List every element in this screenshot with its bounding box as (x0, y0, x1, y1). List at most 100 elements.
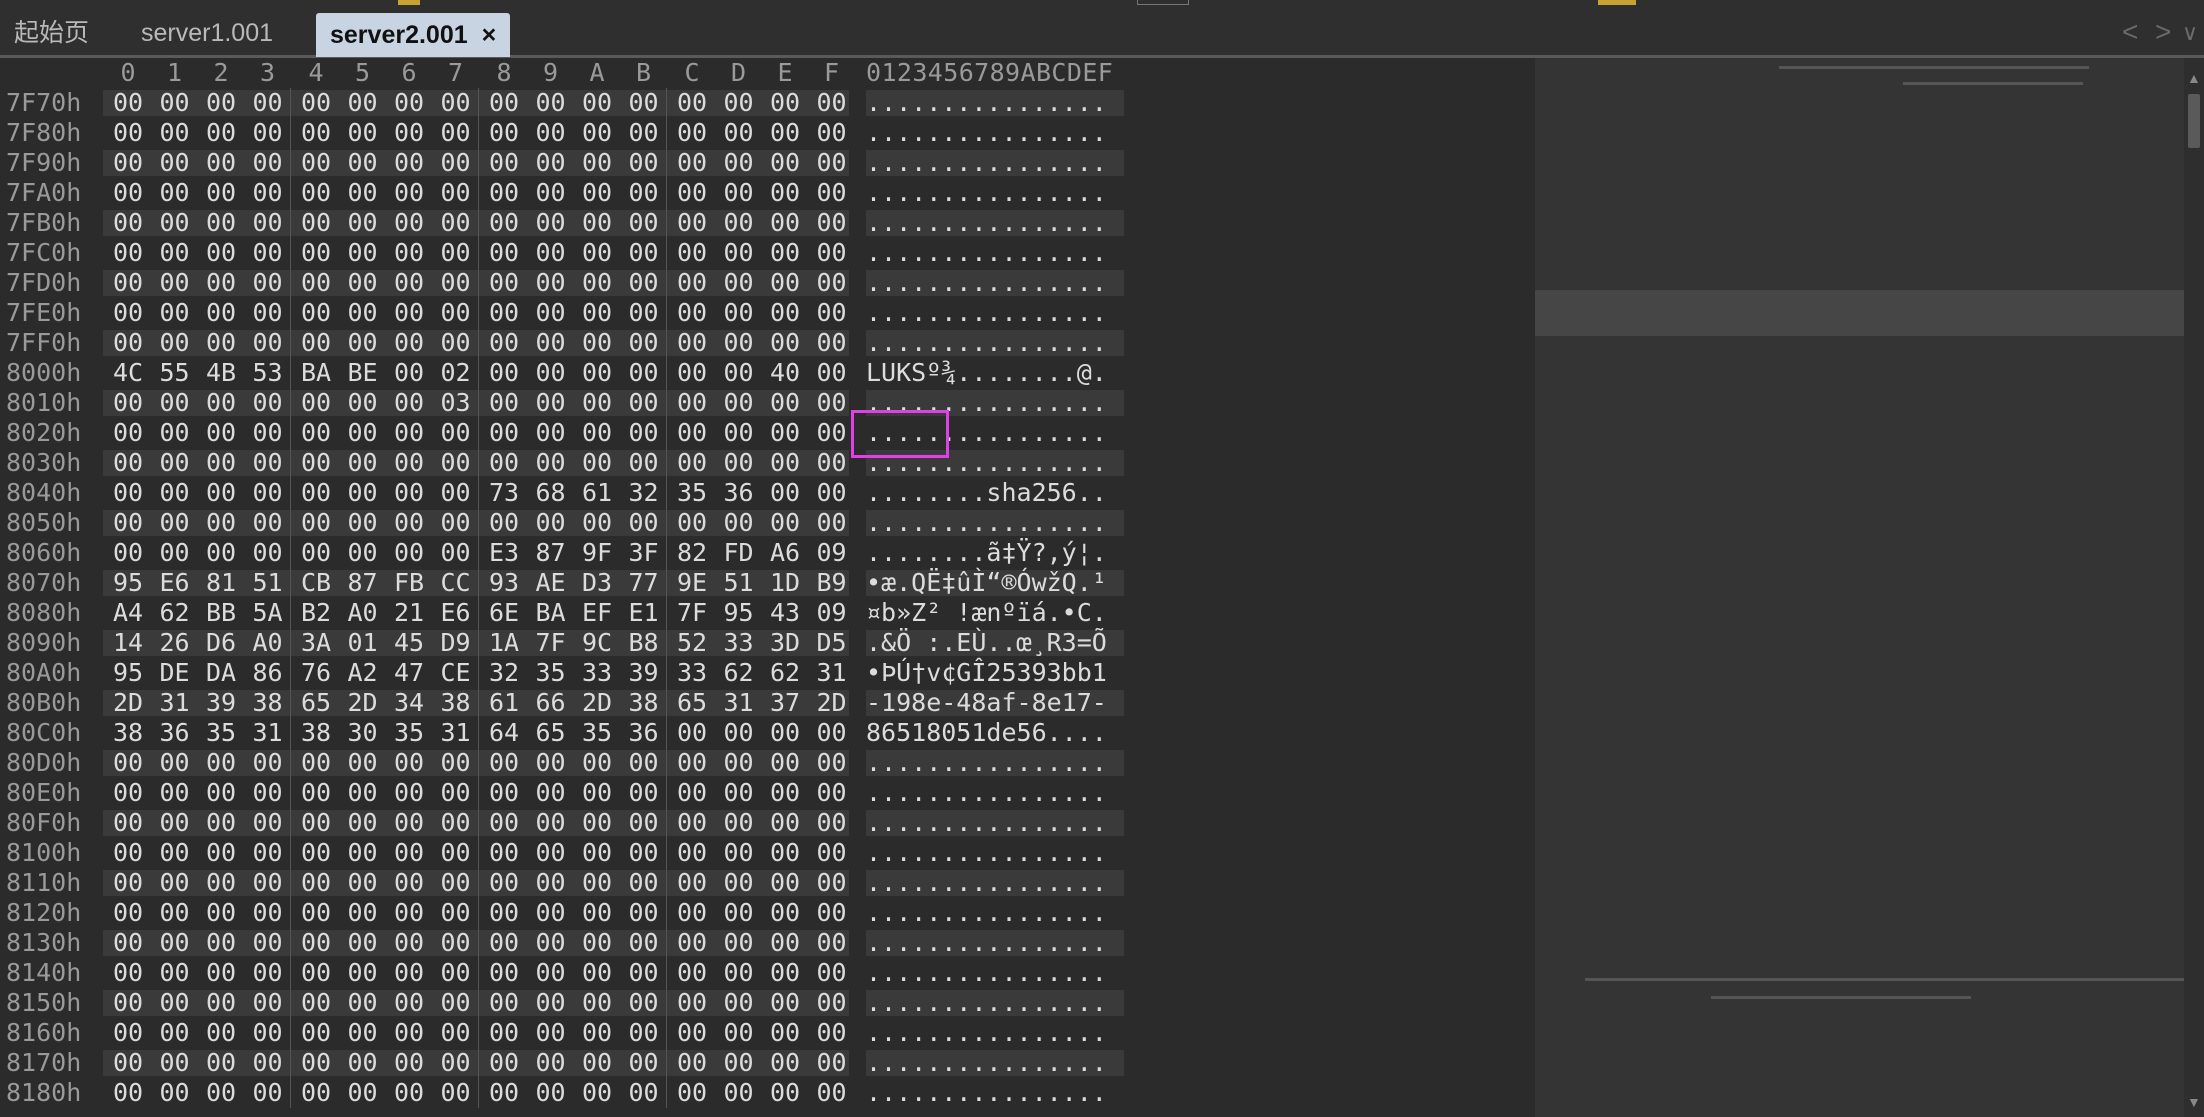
hex-byte[interactable]: 00 (433, 868, 479, 898)
hex-byte[interactable]: 00 (481, 328, 527, 358)
hex-byte[interactable]: 00 (574, 508, 620, 538)
hex-byte[interactable]: 00 (340, 208, 386, 238)
hex-byte[interactable]: 00 (762, 238, 808, 268)
hex-byte[interactable]: 00 (245, 208, 291, 238)
hex-byte[interactable]: 00 (433, 1078, 479, 1108)
hex-byte[interactable]: 00 (481, 118, 527, 148)
hex-byte[interactable]: 00 (809, 748, 855, 778)
hex-byte[interactable]: 00 (762, 418, 808, 448)
hex-byte[interactable]: 39 (621, 658, 667, 688)
hex-byte[interactable]: 00 (152, 298, 198, 328)
hex-byte[interactable]: 53 (245, 358, 291, 388)
ascii-text[interactable]: 86518051de56.... (866, 718, 1107, 748)
hex-byte[interactable]: 00 (762, 898, 808, 928)
ascii-text[interactable]: ................ (866, 148, 1107, 178)
hex-byte[interactable]: 00 (386, 898, 432, 928)
hex-byte[interactable]: 00 (105, 448, 151, 478)
hex-byte[interactable]: 00 (433, 988, 479, 1018)
hex-byte[interactable]: A0 (340, 598, 386, 628)
hex-byte[interactable]: 00 (574, 958, 620, 988)
hex-byte[interactable]: FB (386, 568, 432, 598)
hex-byte[interactable]: 3F (621, 538, 667, 568)
scroll-down-icon[interactable]: ▼ (2187, 1094, 2201, 1110)
hex-byte[interactable]: 00 (716, 838, 762, 868)
hex-byte[interactable]: 00 (716, 778, 762, 808)
hex-byte[interactable]: 00 (809, 448, 855, 478)
hex-byte[interactable]: 65 (528, 718, 574, 748)
hex-byte[interactable]: E1 (621, 598, 667, 628)
hex-byte[interactable]: 00 (245, 838, 291, 868)
hex-byte[interactable]: 00 (386, 328, 432, 358)
hex-byte[interactable]: 00 (386, 388, 432, 418)
hex-byte[interactable]: 00 (433, 118, 479, 148)
hex-byte[interactable]: 00 (433, 898, 479, 928)
ascii-text[interactable]: ................ (866, 1048, 1107, 1078)
hex-byte[interactable]: 00 (433, 418, 479, 448)
hex-byte[interactable]: 00 (245, 268, 291, 298)
hex-byte[interactable]: 02 (433, 358, 479, 388)
hex-byte[interactable]: 00 (152, 388, 198, 418)
hex-byte[interactable]: 38 (293, 718, 339, 748)
hex-byte[interactable]: B8 (621, 628, 667, 658)
hex-byte[interactable]: 00 (669, 178, 715, 208)
hex-byte[interactable]: AE (528, 568, 574, 598)
hex-byte[interactable]: 00 (481, 958, 527, 988)
hex-byte[interactable]: 35 (574, 718, 620, 748)
hex-byte[interactable]: 00 (340, 118, 386, 148)
hex-byte[interactable]: 00 (245, 868, 291, 898)
hex-byte[interactable]: 00 (669, 118, 715, 148)
hex-byte[interactable]: 00 (386, 148, 432, 178)
hex-byte[interactable]: 00 (809, 1048, 855, 1078)
hex-byte[interactable]: 00 (340, 988, 386, 1018)
hex-byte[interactable]: 00 (293, 958, 339, 988)
hex-byte[interactable]: 00 (762, 808, 808, 838)
hex-byte[interactable]: 00 (152, 88, 198, 118)
hex-byte[interactable]: 55 (152, 358, 198, 388)
hex-byte[interactable]: 00 (481, 898, 527, 928)
ascii-text[interactable]: ................ (866, 298, 1107, 328)
hex-byte[interactable]: 45 (386, 628, 432, 658)
hex-byte[interactable]: 00 (669, 88, 715, 118)
hex-byte[interactable]: 00 (198, 838, 244, 868)
hex-byte[interactable]: 00 (621, 448, 667, 478)
hex-byte[interactable]: 00 (809, 148, 855, 178)
hex-byte[interactable]: 00 (386, 748, 432, 778)
hex-byte[interactable]: 00 (198, 328, 244, 358)
hex-byte[interactable]: 00 (481, 268, 527, 298)
hex-byte[interactable]: 00 (340, 748, 386, 778)
hex-byte[interactable]: 00 (340, 508, 386, 538)
hex-byte[interactable]: 35 (528, 658, 574, 688)
hex-byte[interactable]: 00 (105, 148, 151, 178)
hex-byte[interactable]: 68 (528, 478, 574, 508)
hex-byte[interactable]: 2D (105, 688, 151, 718)
hex-byte[interactable]: 00 (669, 508, 715, 538)
ascii-text[interactable]: ................ (866, 928, 1107, 958)
hex-byte[interactable]: 09 (809, 538, 855, 568)
hex-byte[interactable]: 21 (386, 598, 432, 628)
hex-byte[interactable]: 00 (198, 748, 244, 778)
hex-byte[interactable]: BE (340, 358, 386, 388)
hex-byte[interactable]: 00 (245, 1078, 291, 1108)
tab-server1[interactable]: server1.001 (141, 10, 273, 56)
hex-byte[interactable]: 00 (716, 418, 762, 448)
hex-byte[interactable]: 00 (669, 1048, 715, 1078)
hex-byte[interactable]: 00 (716, 1048, 762, 1078)
hex-byte[interactable]: 00 (669, 778, 715, 808)
hex-byte[interactable]: 00 (669, 928, 715, 958)
hex-byte[interactable]: 00 (716, 88, 762, 118)
hex-byte[interactable]: 00 (293, 88, 339, 118)
hex-byte[interactable]: 00 (293, 298, 339, 328)
hex-byte[interactable]: 00 (152, 1078, 198, 1108)
hex-byte[interactable]: 00 (105, 268, 151, 298)
hex-byte[interactable]: 73 (481, 478, 527, 508)
hex-byte[interactable]: 00 (574, 898, 620, 928)
hex-byte[interactable]: 31 (809, 658, 855, 688)
hex-byte[interactable]: 00 (293, 448, 339, 478)
hex-byte[interactable]: 00 (152, 538, 198, 568)
hex-byte[interactable]: 00 (574, 448, 620, 478)
hex-byte[interactable]: 00 (621, 358, 667, 388)
hex-byte[interactable]: 00 (152, 238, 198, 268)
hex-byte[interactable]: 00 (433, 448, 479, 478)
hex-byte[interactable]: 00 (340, 448, 386, 478)
ascii-text[interactable]: ¤b»Z² !ænºïá.•C. (866, 598, 1107, 628)
